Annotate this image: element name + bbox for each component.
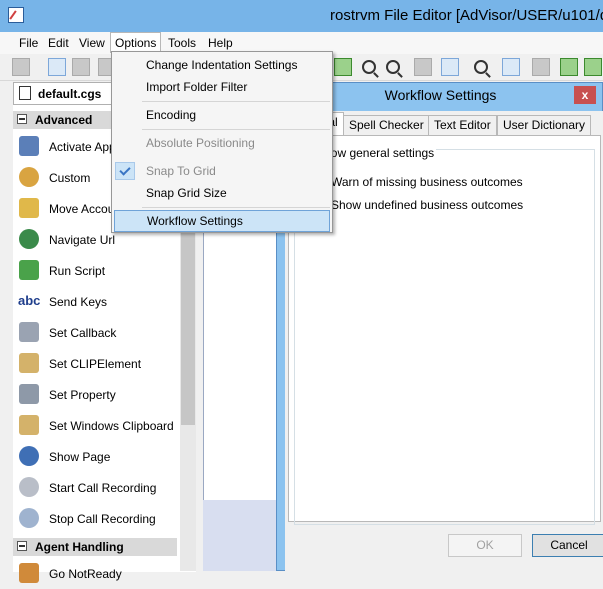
toolbox-item-label: Set CLIPElement: [49, 357, 142, 371]
toolbox-item-label: Activate Appl: [49, 140, 119, 154]
record-start-icon: [19, 477, 39, 497]
document-tab-label: default.cgs: [38, 87, 102, 101]
collapse-icon: [17, 541, 27, 551]
open-folder-icon[interactable]: [48, 58, 66, 76]
menu-item-label: Change Indentation Settings: [146, 58, 298, 72]
menu-item-label: Snap Grid Size: [146, 186, 227, 200]
menu-separator: [142, 129, 330, 130]
toolbox-item-set-callback[interactable]: Set Callback: [13, 317, 177, 348]
show-undefined-outcomes-label: Show undefined business outcomes: [331, 198, 524, 212]
menu-item-label: Snap To Grid: [146, 164, 216, 178]
toolbox-item-label: Send Keys: [49, 295, 108, 309]
toolbox-item-set-windows-clipboard[interactable]: Set Windows Clipboard: [13, 410, 177, 441]
toolbox-item-label: Run Script: [49, 264, 106, 278]
menu-separator: [142, 101, 330, 102]
toolbox-item-send-keys[interactable]: abc Send Keys: [13, 286, 177, 317]
app-icon[interactable]: [8, 7, 24, 23]
checkmark-icon: [115, 162, 135, 180]
toolbox-item-run-script[interactable]: Run Script: [13, 255, 177, 286]
toolbox-item-start-call-recording[interactable]: Start Call Recording: [13, 472, 177, 503]
abc-icon: abc: [18, 293, 41, 308]
menu-help[interactable]: Help: [204, 35, 237, 51]
menu-item-workflow-settings[interactable]: Workflow Settings: [114, 210, 330, 232]
menu-edit[interactable]: Edit: [44, 35, 73, 51]
toolbox-item-label: Custom: [49, 171, 91, 185]
gears-icon: [19, 167, 39, 187]
toolbox-item-stop-call-recording[interactable]: Stop Call Recording: [13, 503, 177, 534]
menu-item-label: Import Folder Filter: [146, 80, 248, 94]
toolbox-item-label: Navigate Url: [49, 233, 116, 247]
toolbox-item-label: Show Page: [49, 450, 111, 464]
menu-item-change-indentation-settings[interactable]: Change Indentation Settings: [112, 54, 332, 76]
search-icon[interactable]: [474, 60, 488, 74]
menu-item-snap-to-grid[interactable]: Snap To Grid: [112, 160, 332, 182]
toolbox-item-label: Set Property: [49, 388, 116, 402]
clipboard-icon: [19, 415, 39, 435]
arrange-icon[interactable]: [12, 58, 30, 76]
menu-item-label: Absolute Positioning: [146, 136, 255, 150]
toolbox-item-show-page[interactable]: Show Page: [13, 441, 177, 472]
ok-button[interactable]: OK: [448, 534, 522, 557]
tab-spell-checker[interactable]: Spell Checker: [343, 115, 430, 136]
group-label: Advanced: [35, 113, 93, 127]
pointer-icon[interactable]: [532, 58, 550, 76]
group-header-agent-handling[interactable]: Agent Handling: [13, 538, 177, 556]
toolbox-item-label: Set Windows Clipboard: [49, 419, 174, 433]
activate-app-icon: [19, 136, 39, 156]
menu-file[interactable]: File: [15, 35, 42, 51]
menu-item-absolute-positioning[interactable]: Absolute Positioning: [112, 132, 332, 154]
tab-text-editor[interactable]: Text Editor: [428, 115, 497, 136]
options-menu: Change Indentation Settings Import Folde…: [111, 51, 333, 233]
grid-icon[interactable]: [414, 58, 432, 76]
calendar-icon: [19, 322, 39, 342]
menu-item-import-folder-filter[interactable]: Import Folder Filter: [112, 76, 332, 98]
pan-hand-icon[interactable]: [502, 58, 520, 76]
close-button[interactable]: x: [574, 86, 596, 104]
toolbox-item-go-notready[interactable]: Go NotReady: [13, 558, 177, 589]
window-title: rostrvm File Editor [AdVisor/USER/u101/d…: [330, 7, 603, 24]
globe-icon: [19, 229, 39, 249]
menu-item-encoding[interactable]: Encoding: [112, 104, 332, 126]
menu-view[interactable]: View: [75, 35, 109, 51]
move-account-icon: [19, 198, 39, 218]
toolbox-item-label: Start Call Recording: [49, 481, 157, 495]
canvas-footer: [203, 500, 276, 571]
run-script-icon: [19, 260, 39, 280]
record-stop-icon: [19, 508, 39, 528]
toolbox-item-label: Stop Call Recording: [49, 512, 156, 526]
toolbox-item-label: Go NotReady: [49, 567, 122, 581]
fit-page-icon[interactable]: [441, 58, 459, 76]
toolbox-item-label: Set Callback: [49, 326, 117, 340]
magnifier-icon: [19, 446, 39, 466]
group-label: Agent Handling: [35, 540, 124, 554]
add-node-icon[interactable]: [560, 58, 578, 76]
agent-icon: [19, 563, 39, 583]
cancel-button[interactable]: Cancel: [532, 534, 603, 557]
menu-item-label: Workflow Settings: [147, 214, 243, 228]
print-icon[interactable]: [72, 58, 90, 76]
menu-options[interactable]: Options: [110, 32, 162, 53]
clipboard-icon: [19, 353, 39, 373]
grid-add-icon[interactable]: [584, 58, 602, 76]
menu-item-label: Encoding: [146, 108, 197, 122]
refresh-icon[interactable]: [334, 58, 352, 76]
tab-panel-general: [288, 135, 601, 525]
menu-separator: [142, 207, 330, 208]
menu-item-snap-grid-size[interactable]: Snap Grid Size: [112, 182, 332, 204]
menu-tools[interactable]: Tools: [164, 35, 200, 51]
zoom-out-icon[interactable]: [362, 60, 376, 74]
zoom-in-icon[interactable]: [386, 60, 400, 74]
warn-missing-outcomes-label: Warn of missing business outcomes: [331, 175, 523, 189]
document-icon: [19, 86, 31, 100]
tab-user-dictionary[interactable]: User Dictionary: [497, 115, 592, 136]
collapse-icon: [17, 114, 27, 124]
toolbox-item-set-clipelement[interactable]: Set CLIPElement: [13, 348, 177, 379]
toolbox-item-set-property[interactable]: Set Property: [13, 379, 177, 410]
property-icon: [19, 384, 39, 404]
